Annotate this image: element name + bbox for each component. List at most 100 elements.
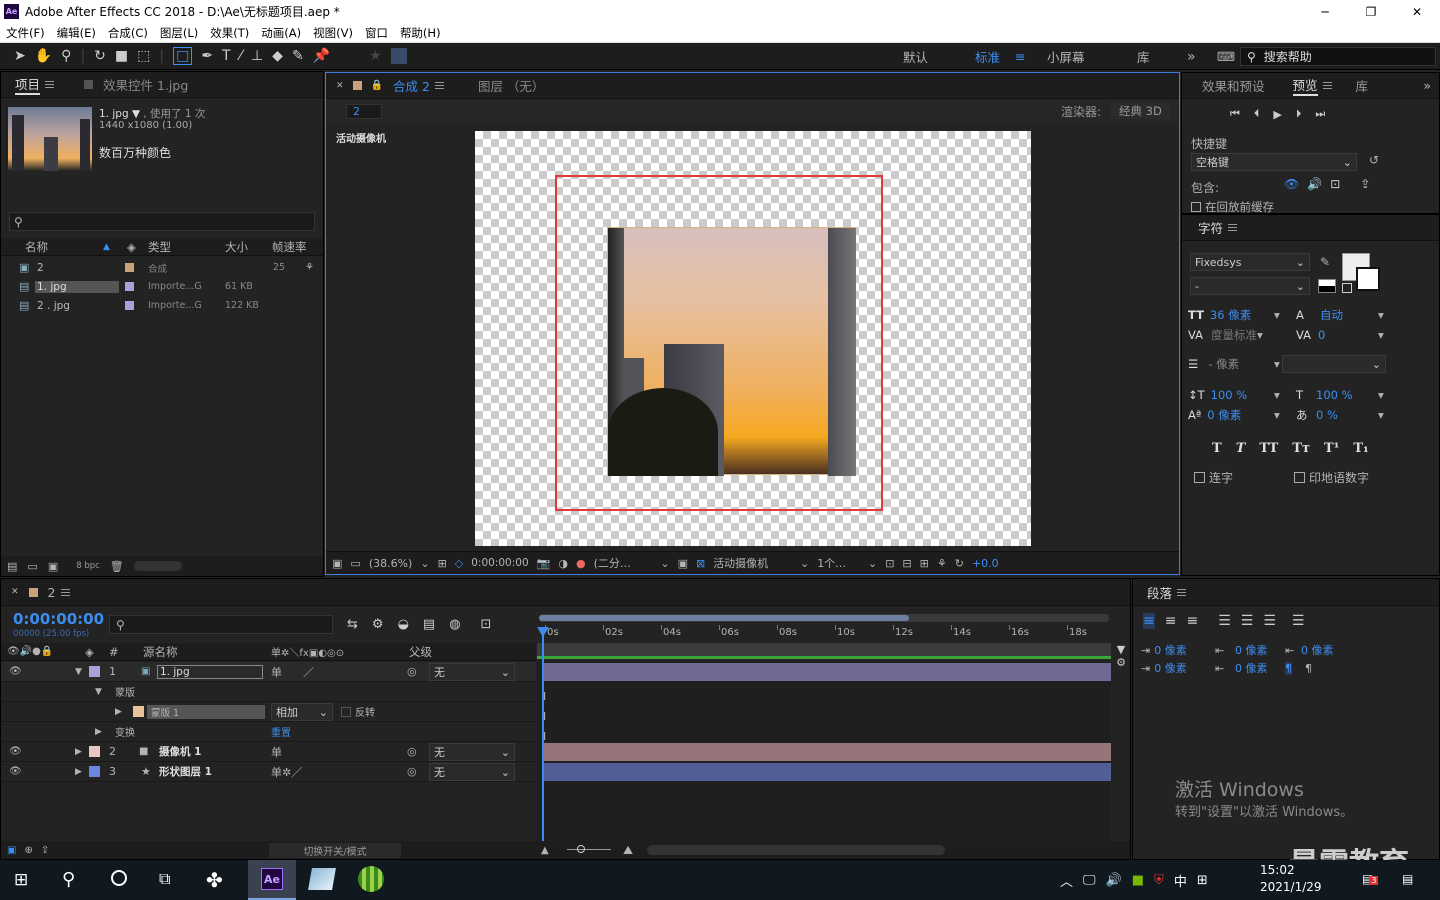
stroke-width-value[interactable]: - 像素 — [1208, 356, 1239, 372]
comp-subtab[interactable]: 2 — [346, 103, 382, 119]
font-family-select[interactable]: Fixedsys ⌄ — [1190, 253, 1310, 271]
panel-menu-icon[interactable] — [1228, 224, 1238, 231]
clone-stamp-tool-icon[interactable]: ⊥ — [251, 48, 263, 64]
next-frame-icon[interactable]: ⏵ — [1296, 107, 1302, 121]
justify-center-icon[interactable]: ☰ — [1241, 613, 1254, 629]
toggle-pixel-icon[interactable]: ⊡ — [885, 557, 894, 570]
item-name[interactable]: 1. jpg ▼ — [99, 108, 140, 120]
project-item-name[interactable]: 2 — [35, 262, 119, 274]
baseline-value[interactable]: 0 像素 — [1207, 407, 1241, 423]
expand-icon[interactable]: ⊕ — [24, 845, 32, 856]
close-tab-icon[interactable]: ✕ — [336, 81, 344, 91]
tab-preview[interactable]: 预览 — [1292, 75, 1318, 96]
text-style-button[interactable]: T₁ — [1353, 441, 1368, 456]
mask-name[interactable]: 蒙版 1 — [147, 704, 265, 719]
menu-item-0[interactable]: 文件(F) — [0, 25, 51, 41]
monitor-icon[interactable]: ▭ — [350, 557, 360, 570]
channel-icon[interactable]: ● — [576, 557, 586, 570]
tab-timeline[interactable]: 2 — [48, 585, 56, 600]
label-color-swatch[interactable] — [125, 263, 134, 272]
kerning-value[interactable]: 度量标准 — [1211, 327, 1257, 343]
workspace-menu-icon[interactable]: ≡ — [1015, 49, 1047, 64]
delete-icon[interactable]: 🗑 — [110, 560, 124, 573]
visibility-eye-icon[interactable]: 👁 — [9, 666, 22, 677]
eyedropper-icon[interactable]: ✎ — [1320, 255, 1330, 269]
parent-select[interactable]: 无 ⌄ — [429, 763, 515, 781]
lock-icon[interactable]: 🔒 — [371, 80, 383, 91]
zoom-handle[interactable] — [577, 845, 585, 853]
layer-row[interactable]: 👁 ▶ 3 ★ 形状图层 1 单✲／ ◎ 无 ⌄ — [1, 762, 536, 782]
cache-checkbox[interactable] — [1191, 202, 1201, 212]
align-right-icon[interactable]: ≡ — [1186, 613, 1198, 629]
in-out-icon[interactable]: ⇪ — [41, 845, 49, 856]
transform-row[interactable]: ▶ 变换 重置 — [1, 722, 536, 742]
panel-menu-icon[interactable] — [45, 81, 55, 88]
header-parent[interactable]: 父级 — [409, 644, 432, 660]
tab-paragraph[interactable]: 段落 — [1147, 583, 1172, 602]
new-folder-icon[interactable]: ▭ — [27, 560, 37, 573]
action-center-icon[interactable]: ▤ — [1402, 872, 1413, 886]
include-video-icon[interactable]: 👁 — [1284, 177, 1299, 191]
snap-icon[interactable] — [390, 48, 407, 64]
pen-tool-icon[interactable]: ✒ — [201, 48, 213, 64]
layer-bar[interactable] — [543, 663, 1111, 681]
quality-line-icon[interactable]: ／ — [303, 664, 314, 680]
last-frame-icon[interactable]: ⏭ — [1315, 107, 1325, 121]
reset-exposure-icon[interactable]: ↻ — [955, 557, 964, 570]
hand-tool-icon[interactable]: ✋ — [35, 48, 52, 64]
graph-editor-icon[interactable]: ⊡ — [481, 617, 492, 632]
parent-select[interactable]: 无 ⌄ — [429, 743, 515, 761]
font-size-value[interactable]: 36 像素 — [1210, 307, 1251, 323]
black-swatch[interactable] — [1318, 279, 1336, 293]
visibility-eye-icon[interactable]: 👁 — [9, 766, 22, 777]
chevron-up-icon[interactable]: ︿ — [1060, 871, 1073, 890]
frame-blending-icon[interactable]: ▤ — [423, 617, 435, 632]
zoom-in-icon[interactable]: ⛰ — [623, 843, 633, 858]
menu-item-5[interactable]: 动画(A) — [255, 25, 307, 41]
fast-preview-icon[interactable]: ⊟ — [902, 557, 911, 570]
interpret-footage-icon[interactable]: ▤ — [7, 560, 17, 573]
flowchart-icon[interactable]: ⚘ — [305, 262, 314, 273]
tracking-value[interactable]: 0 — [1318, 328, 1325, 342]
exposure-value[interactable]: +0.0 — [972, 557, 999, 570]
after-effects-taskbar-button[interactable]: Ae — [248, 860, 296, 900]
menu-item-8[interactable]: 帮助(H) — [394, 25, 447, 41]
project-item-name[interactable]: 2 . jpg — [35, 300, 119, 312]
render-icon[interactable]: ▣ — [7, 845, 16, 856]
tab-effects-presets[interactable]: 效果和预设 — [1202, 76, 1265, 95]
toggle-switches-button[interactable]: 切换开关/模式 — [269, 842, 401, 858]
menu-item-4[interactable]: 效果(T) — [204, 25, 255, 41]
current-time[interactable]: 0:00:00:00 — [471, 557, 528, 569]
indent-left-value[interactable]: 0 像素 — [1154, 642, 1187, 658]
resolution-select[interactable]: (二分… ⌄ — [594, 555, 670, 571]
expand-arrow-icon[interactable]: ▶ — [75, 767, 82, 777]
text-style-button[interactable]: T — [1236, 441, 1246, 456]
show-snapshot-icon[interactable]: ◑ — [558, 557, 568, 570]
minimize-button[interactable]: ─ — [1302, 5, 1348, 19]
menu-item-3[interactable]: 图层(L) — [154, 25, 204, 41]
timeline-scrollbar[interactable] — [647, 845, 945, 855]
layer-name[interactable]: 摄像机 1 — [159, 744, 201, 759]
pickwhip-icon[interactable]: ◎ — [407, 745, 417, 758]
rectangle-tool-icon[interactable]: □ — [173, 47, 193, 65]
playhead[interactable] — [537, 627, 549, 842]
workspace-default[interactable]: 默认 — [903, 47, 975, 66]
motion-blur-icon[interactable]: ◍ — [449, 617, 460, 632]
ltr-direction-icon[interactable]: ¶ — [1285, 661, 1292, 675]
stroke-color-swatch[interactable] — [1356, 267, 1380, 291]
align-center-icon[interactable]: ≡ — [1165, 613, 1177, 629]
label-color-swatch[interactable] — [125, 301, 134, 310]
layer-name[interactable]: 1. jpg — [157, 664, 263, 679]
notification-badge-icon[interactable]: ▤3 — [1362, 872, 1379, 886]
ligature-checkbox[interactable] — [1194, 472, 1205, 483]
nvidia-icon[interactable]: ■ — [1132, 873, 1144, 888]
mask-row[interactable]: ▶ 蒙版 1 相加 ⌄ 反转 — [1, 702, 536, 722]
expand-arrow-icon[interactable]: ▼ — [75, 667, 82, 677]
workspace-standard[interactable]: 标准 — [975, 47, 1015, 66]
image-layer[interactable] — [607, 227, 856, 476]
tsume-value[interactable]: 0 % — [1316, 408, 1338, 422]
volume-icon[interactable]: 🔊 — [1106, 873, 1122, 888]
project-row[interactable]: ▤ 2 . jpg Importe...G 122 KB — [1, 296, 323, 315]
snapshot-icon[interactable]: 📷 — [537, 557, 551, 570]
pickwhip-icon[interactable]: ◎ — [407, 665, 417, 678]
